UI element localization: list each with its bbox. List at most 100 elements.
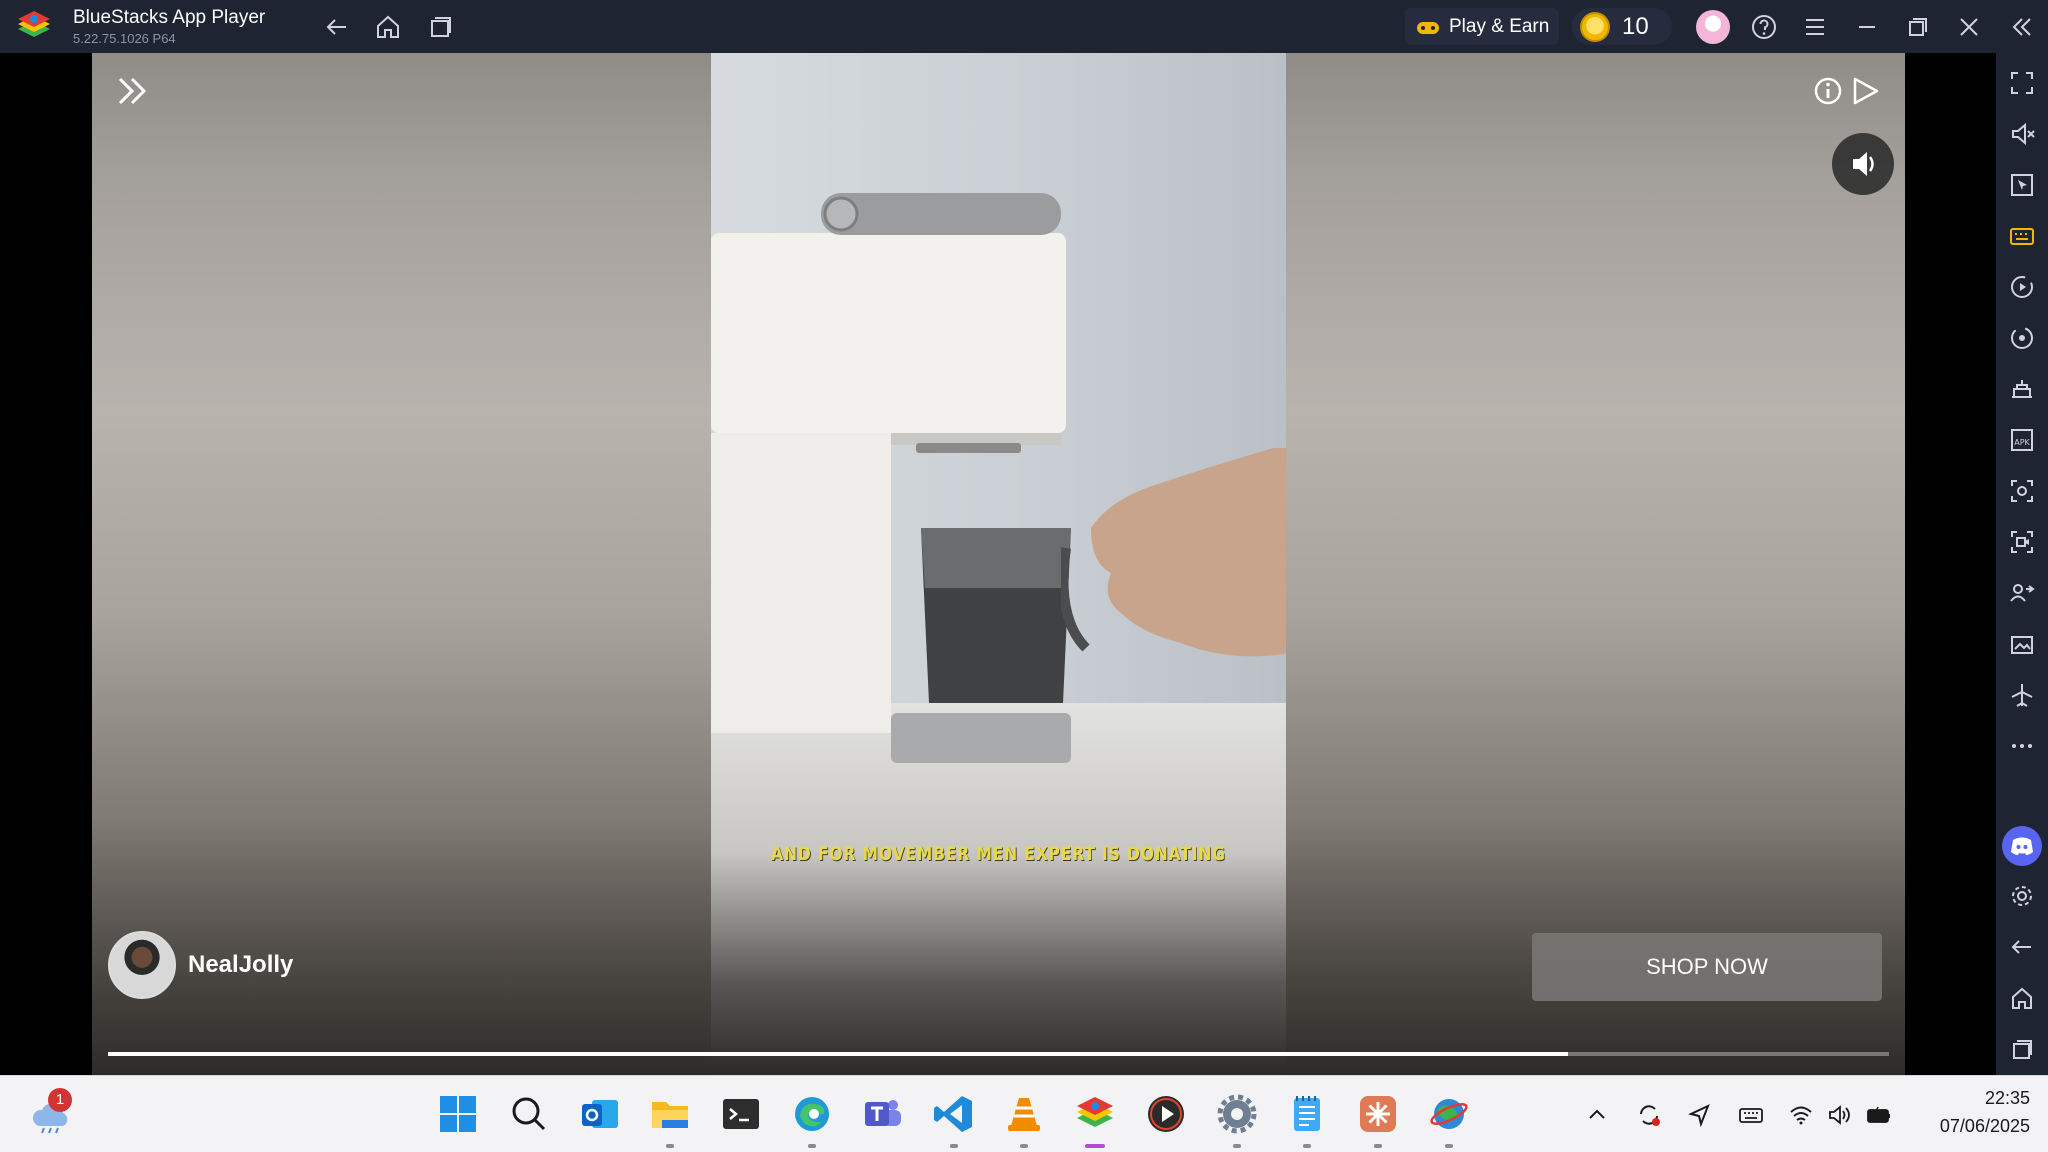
menu-icon[interactable] (1798, 10, 1832, 44)
folder-icon (652, 1102, 688, 1128)
taskbar-app-claude[interactable] (1356, 1092, 1400, 1148)
volume-mute-icon[interactable] (2006, 118, 2038, 150)
recent-apps-icon[interactable] (423, 10, 457, 44)
taskbar-app-edge[interactable] (790, 1092, 834, 1148)
vscode-icon (934, 1096, 972, 1132)
taskbar-app-bluestacks[interactable] (1073, 1092, 1117, 1148)
running-indicator (1374, 1144, 1382, 1148)
bluestacks-logo-icon (18, 11, 50, 37)
creator-info[interactable]: NealJolly (108, 931, 293, 999)
discord-icon (2011, 837, 2033, 855)
android-back-icon[interactable] (2006, 931, 2038, 963)
coin-icon (1580, 11, 1610, 42)
ad-progress-bar (108, 1052, 1889, 1056)
notification-badge: 1 (48, 1088, 72, 1112)
ad-subtitle: AND FOR MOVEMBER MEN EXPERT IS DONATING (771, 843, 1226, 865)
teams-icon (865, 1100, 901, 1126)
notepad-icon (1294, 1096, 1320, 1131)
multi-instance-icon[interactable] (2006, 577, 2038, 609)
bluestacks-icon (1077, 1097, 1113, 1127)
coin-count: 10 (1622, 12, 1649, 40)
emulator-screen[interactable]: AND FOR MOVEMBER MEN EXPERT IS DONATING … (0, 53, 1996, 1075)
settings-gear-icon[interactable] (2006, 880, 2038, 912)
creator-name[interactable]: NealJolly (188, 951, 293, 979)
vlc-cone-icon (1008, 1098, 1040, 1131)
play-and-earn-label: Play & Earn (1449, 15, 1550, 37)
taskbar-app-media-player[interactable] (1144, 1092, 1188, 1136)
taskbar-app-terminal[interactable] (719, 1092, 763, 1136)
minimize-icon[interactable] (1850, 10, 1884, 44)
expand-chevrons-icon[interactable] (112, 71, 152, 111)
collapse-sidebar-icon[interactable] (2005, 10, 2039, 44)
taskbar-app-outlook[interactable] (578, 1092, 622, 1136)
video-ad-background: AND FOR MOVEMBER MEN EXPERT IS DONATING … (92, 53, 1905, 1075)
active-indicator (1085, 1144, 1105, 1148)
profile-avatar[interactable] (1696, 10, 1730, 44)
creator-avatar[interactable] (108, 931, 176, 999)
wifi-icon[interactable] (1788, 1102, 1814, 1128)
ad-choices-icon[interactable] (1849, 75, 1881, 107)
media-player-icon (1148, 1096, 1184, 1132)
pointer-lock-icon[interactable] (2006, 169, 2038, 201)
terminal-icon (723, 1099, 759, 1129)
edge-browser-icon (795, 1097, 829, 1131)
location-arrow-icon[interactable] (1687, 1102, 1713, 1128)
claude-icon (1360, 1096, 1396, 1132)
taskbar-app-globe[interactable] (1427, 1092, 1471, 1148)
taskbar-app-notepad[interactable] (1285, 1092, 1329, 1148)
sync-status-icon[interactable] (1636, 1102, 1662, 1128)
running-indicator (1445, 1144, 1453, 1148)
sync-icon[interactable] (2006, 322, 2038, 354)
windows-logo-icon (440, 1096, 476, 1132)
settings-icon (1217, 1094, 1257, 1134)
fullscreen-icon[interactable] (2006, 67, 2038, 99)
globe-app-icon (1430, 1099, 1468, 1129)
keyboard-controls-icon[interactable] (2006, 220, 2038, 252)
restore-icon[interactable] (1901, 10, 1935, 44)
android-home-icon[interactable] (2006, 982, 2038, 1014)
taskbar-app-settings[interactable] (1215, 1092, 1259, 1148)
start-button[interactable] (436, 1092, 480, 1136)
hand-image (1061, 448, 1286, 657)
title-bar: BlueStacks App Player 5.22.75.1026 P64 P… (0, 0, 2048, 53)
taskbar-app-vlc[interactable] (1002, 1092, 1046, 1148)
running-indicator (1233, 1144, 1241, 1148)
taskbar-app-vscode[interactable] (932, 1092, 976, 1148)
install-apk-icon[interactable]: APK (2006, 424, 2038, 456)
speaker-volume-icon[interactable] (1826, 1102, 1852, 1128)
clock-date[interactable]: 07/06/2025 (1900, 1116, 2030, 1137)
play-and-earn-button[interactable]: Play & Earn (1405, 8, 1560, 45)
app-title: BlueStacks App Player (73, 7, 266, 28)
taskbar-app-file-explorer[interactable] (648, 1092, 692, 1148)
media-manager-icon[interactable] (2006, 628, 2038, 660)
discord-button[interactable] (2002, 826, 2042, 866)
info-icon[interactable] (1812, 75, 1844, 107)
help-icon[interactable] (1747, 10, 1781, 44)
speaker-icon (1853, 152, 1874, 176)
taskbar-app-teams[interactable] (861, 1092, 905, 1136)
show-hidden-icons-chevron-icon[interactable] (1584, 1102, 1610, 1128)
screen-record-icon[interactable] (2006, 526, 2038, 558)
keyboard-icon[interactable] (1738, 1102, 1764, 1128)
taskbar-search[interactable] (507, 1092, 551, 1136)
more-options-icon[interactable] (2006, 730, 2038, 762)
close-icon[interactable] (1952, 10, 1986, 44)
gamepad-icon (1417, 21, 1439, 34)
coin-balance[interactable]: 10 (1572, 8, 1672, 45)
running-indicator (950, 1144, 958, 1148)
screenshot-icon[interactable] (2006, 475, 2038, 507)
android-recents-icon[interactable] (2006, 1033, 2038, 1065)
airplane-mode-icon[interactable] (2006, 679, 2038, 711)
back-arrow-icon[interactable] (320, 10, 354, 44)
ad-progress-fill (108, 1052, 1569, 1056)
clock-time[interactable]: 22:35 (1930, 1088, 2030, 1109)
running-indicator (666, 1144, 674, 1148)
video-frame[interactable]: AND FOR MOVEMBER MEN EXPERT IS DONATING (711, 53, 1286, 1075)
running-indicator (1303, 1144, 1311, 1148)
volume-button[interactable] (1832, 133, 1894, 195)
home-icon[interactable] (371, 10, 405, 44)
macro-recorder-icon[interactable] (2006, 271, 2038, 303)
shop-now-button[interactable]: SHOP NOW (1532, 933, 1882, 1001)
battery-charging-icon[interactable] (1866, 1102, 1892, 1128)
eco-mode-icon[interactable] (2006, 373, 2038, 405)
